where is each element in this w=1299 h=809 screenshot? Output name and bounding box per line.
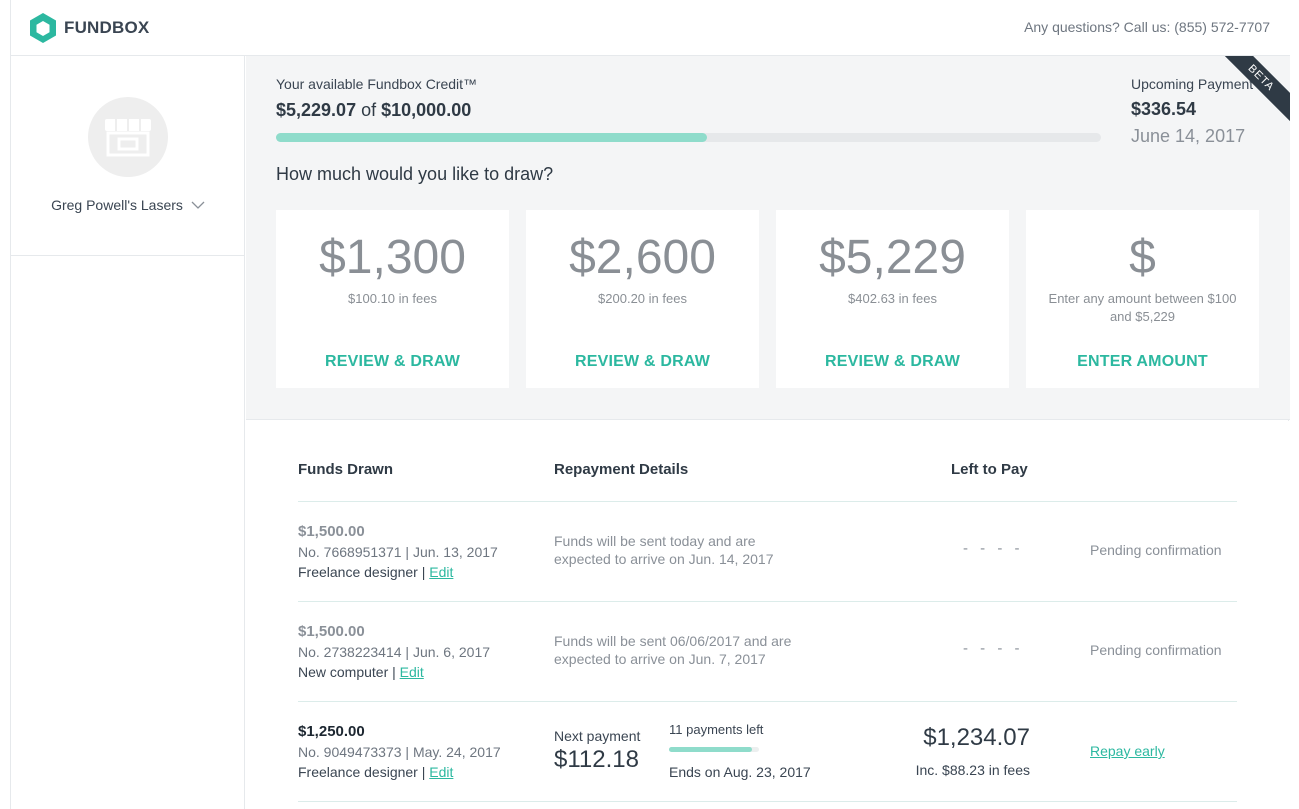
repay-early-link[interactable]: Repay early <box>1090 743 1165 759</box>
draw-option-card[interactable]: $5,229 $402.63 in fees REVIEW & DRAW <box>776 210 1009 388</box>
credit-of: of <box>361 100 377 120</box>
row-amount: $1,500.00 <box>298 623 365 640</box>
custom-amount-symbol: $ <box>1129 231 1156 284</box>
credit-label: Your available Fundbox Credit™ <box>276 76 478 92</box>
payments-progress-fill <box>669 747 752 752</box>
brand-name: FUNDBOX <box>64 18 150 37</box>
draw-amount: $1,300 <box>319 231 466 284</box>
left-to-pay-placeholder: - - - - <box>963 640 1024 657</box>
row-number-date: No. 2738223414 | Jun. 6, 2017 <box>298 644 491 660</box>
sidebar: Greg Powell's Lasers <box>11 56 245 809</box>
table-row: $1,500.00 No. 7668951371 | Jun. 13, 2017… <box>298 502 1237 602</box>
left-to-pay-placeholder: - - - - <box>963 540 1024 557</box>
draw-option-card[interactable]: $1,300 $100.10 in fees REVIEW & DRAW <box>276 210 509 388</box>
row-purpose: Freelance designer | Edit <box>298 764 453 780</box>
left-to-pay-amount: $1,234.07 <box>923 724 1030 751</box>
draw-options: $1,300 $100.10 in fees REVIEW & DRAW $2,… <box>276 210 1259 388</box>
next-payment-label: Next payment <box>554 728 641 744</box>
column-left-to-pay: Left to Pay <box>951 461 1028 478</box>
draw-amount: $2,600 <box>569 231 716 284</box>
credit-amounts: $5,229.07 of $10,000.00 <box>276 100 471 121</box>
account-switcher[interactable]: Greg Powell's Lasers <box>11 197 245 213</box>
column-funds-drawn: Funds Drawn <box>298 461 394 478</box>
row-amount: $1,500.00 <box>298 523 365 540</box>
chevron-down-icon <box>191 201 205 209</box>
table-row: $1,500.00 No. 2738223414 | Jun. 6, 2017 … <box>298 602 1237 702</box>
row-number-date: No. 7668951371 | Jun. 13, 2017 <box>298 544 498 560</box>
funds-table: Funds Drawn Repayment Details Left to Pa… <box>246 421 1290 809</box>
upcoming-payment-date: June 14, 2017 <box>1131 126 1246 146</box>
available-credit: $5,229.07 <box>276 100 357 120</box>
purpose-text: Freelance designer | <box>298 764 430 780</box>
draw-fees: $100.10 in fees <box>348 291 437 306</box>
payments-left: 11 payments left <box>669 722 764 737</box>
edit-link[interactable]: Edit <box>429 564 453 580</box>
credit-limit: $10,000.00 <box>381 100 472 120</box>
storefront-icon <box>105 119 151 157</box>
draw-amount: $5,229 <box>819 231 966 284</box>
hexagon-logo-icon <box>30 13 56 43</box>
next-payment-amount: $112.18 <box>554 746 639 773</box>
fundbox-logo[interactable]: FUNDBOX <box>29 12 149 44</box>
row-purpose: New computer | Edit <box>298 664 424 680</box>
purpose-text: New computer | <box>298 664 400 680</box>
top-bar: FUNDBOX Any questions? Call us: (855) 57… <box>11 0 1290 56</box>
custom-amount-range: Enter any amount between $100 and $5,229 <box>1048 291 1237 324</box>
credit-progress-bar <box>276 133 1101 142</box>
draw-option-card[interactable]: $2,600 $200.20 in fees REVIEW & DRAW <box>526 210 759 388</box>
custom-amount-card[interactable]: $ Enter any amount between $100 and $5,2… <box>1026 210 1259 388</box>
row-number-date: No. 9049473373 | May. 24, 2017 <box>298 744 501 760</box>
ends-on: Ends on Aug. 23, 2017 <box>669 764 811 780</box>
credit-progress-fill <box>276 133 708 142</box>
avatar <box>88 97 168 177</box>
app-frame: FUNDBOX Any questions? Call us: (855) 57… <box>10 0 1290 809</box>
repayment-note: Funds will be sent 06/06/2017 and are ex… <box>554 633 792 667</box>
row-amount: $1,250.00 <box>298 723 365 740</box>
business-name: Greg Powell's Lasers <box>51 197 183 213</box>
status-text: Pending confirmation <box>1090 642 1222 658</box>
review-draw-button[interactable]: REVIEW & DRAW <box>526 353 759 371</box>
column-repayment-details: Repayment Details <box>554 461 689 478</box>
draw-fees: $402.63 in fees <box>848 291 937 306</box>
repayment-note: Funds will be sent today and are expecte… <box>554 533 774 567</box>
payments-progress-bar <box>669 747 759 752</box>
edit-link[interactable]: Edit <box>400 664 424 680</box>
draw-fees: $200.20 in fees <box>598 291 687 306</box>
credit-panel: Your available Fundbox Credit™ $5,229.07… <box>246 56 1290 420</box>
left-to-pay-fees: Inc. $88.23 in fees <box>915 762 1030 778</box>
table-row: $1,250.00 No. 9049473373 | May. 24, 2017… <box>298 702 1237 802</box>
edit-link[interactable]: Edit <box>429 764 453 780</box>
help-phone: Any questions? Call us: (855) 572-7707 <box>1024 19 1270 35</box>
review-draw-button[interactable]: REVIEW & DRAW <box>276 353 509 371</box>
account-panel: Greg Powell's Lasers <box>11 56 244 256</box>
status-text: Pending confirmation <box>1090 542 1222 558</box>
review-draw-button[interactable]: REVIEW & DRAW <box>776 353 1009 371</box>
row-purpose: Freelance designer | Edit <box>298 564 453 580</box>
upcoming-payment-amount: $336.54 <box>1131 99 1197 119</box>
purpose-text: Freelance designer | <box>298 564 430 580</box>
upcoming-payment-label: Upcoming Payment <box>1131 76 1254 92</box>
enter-amount-button[interactable]: ENTER AMOUNT <box>1026 353 1259 371</box>
draw-question: How much would you like to draw? <box>276 164 554 184</box>
